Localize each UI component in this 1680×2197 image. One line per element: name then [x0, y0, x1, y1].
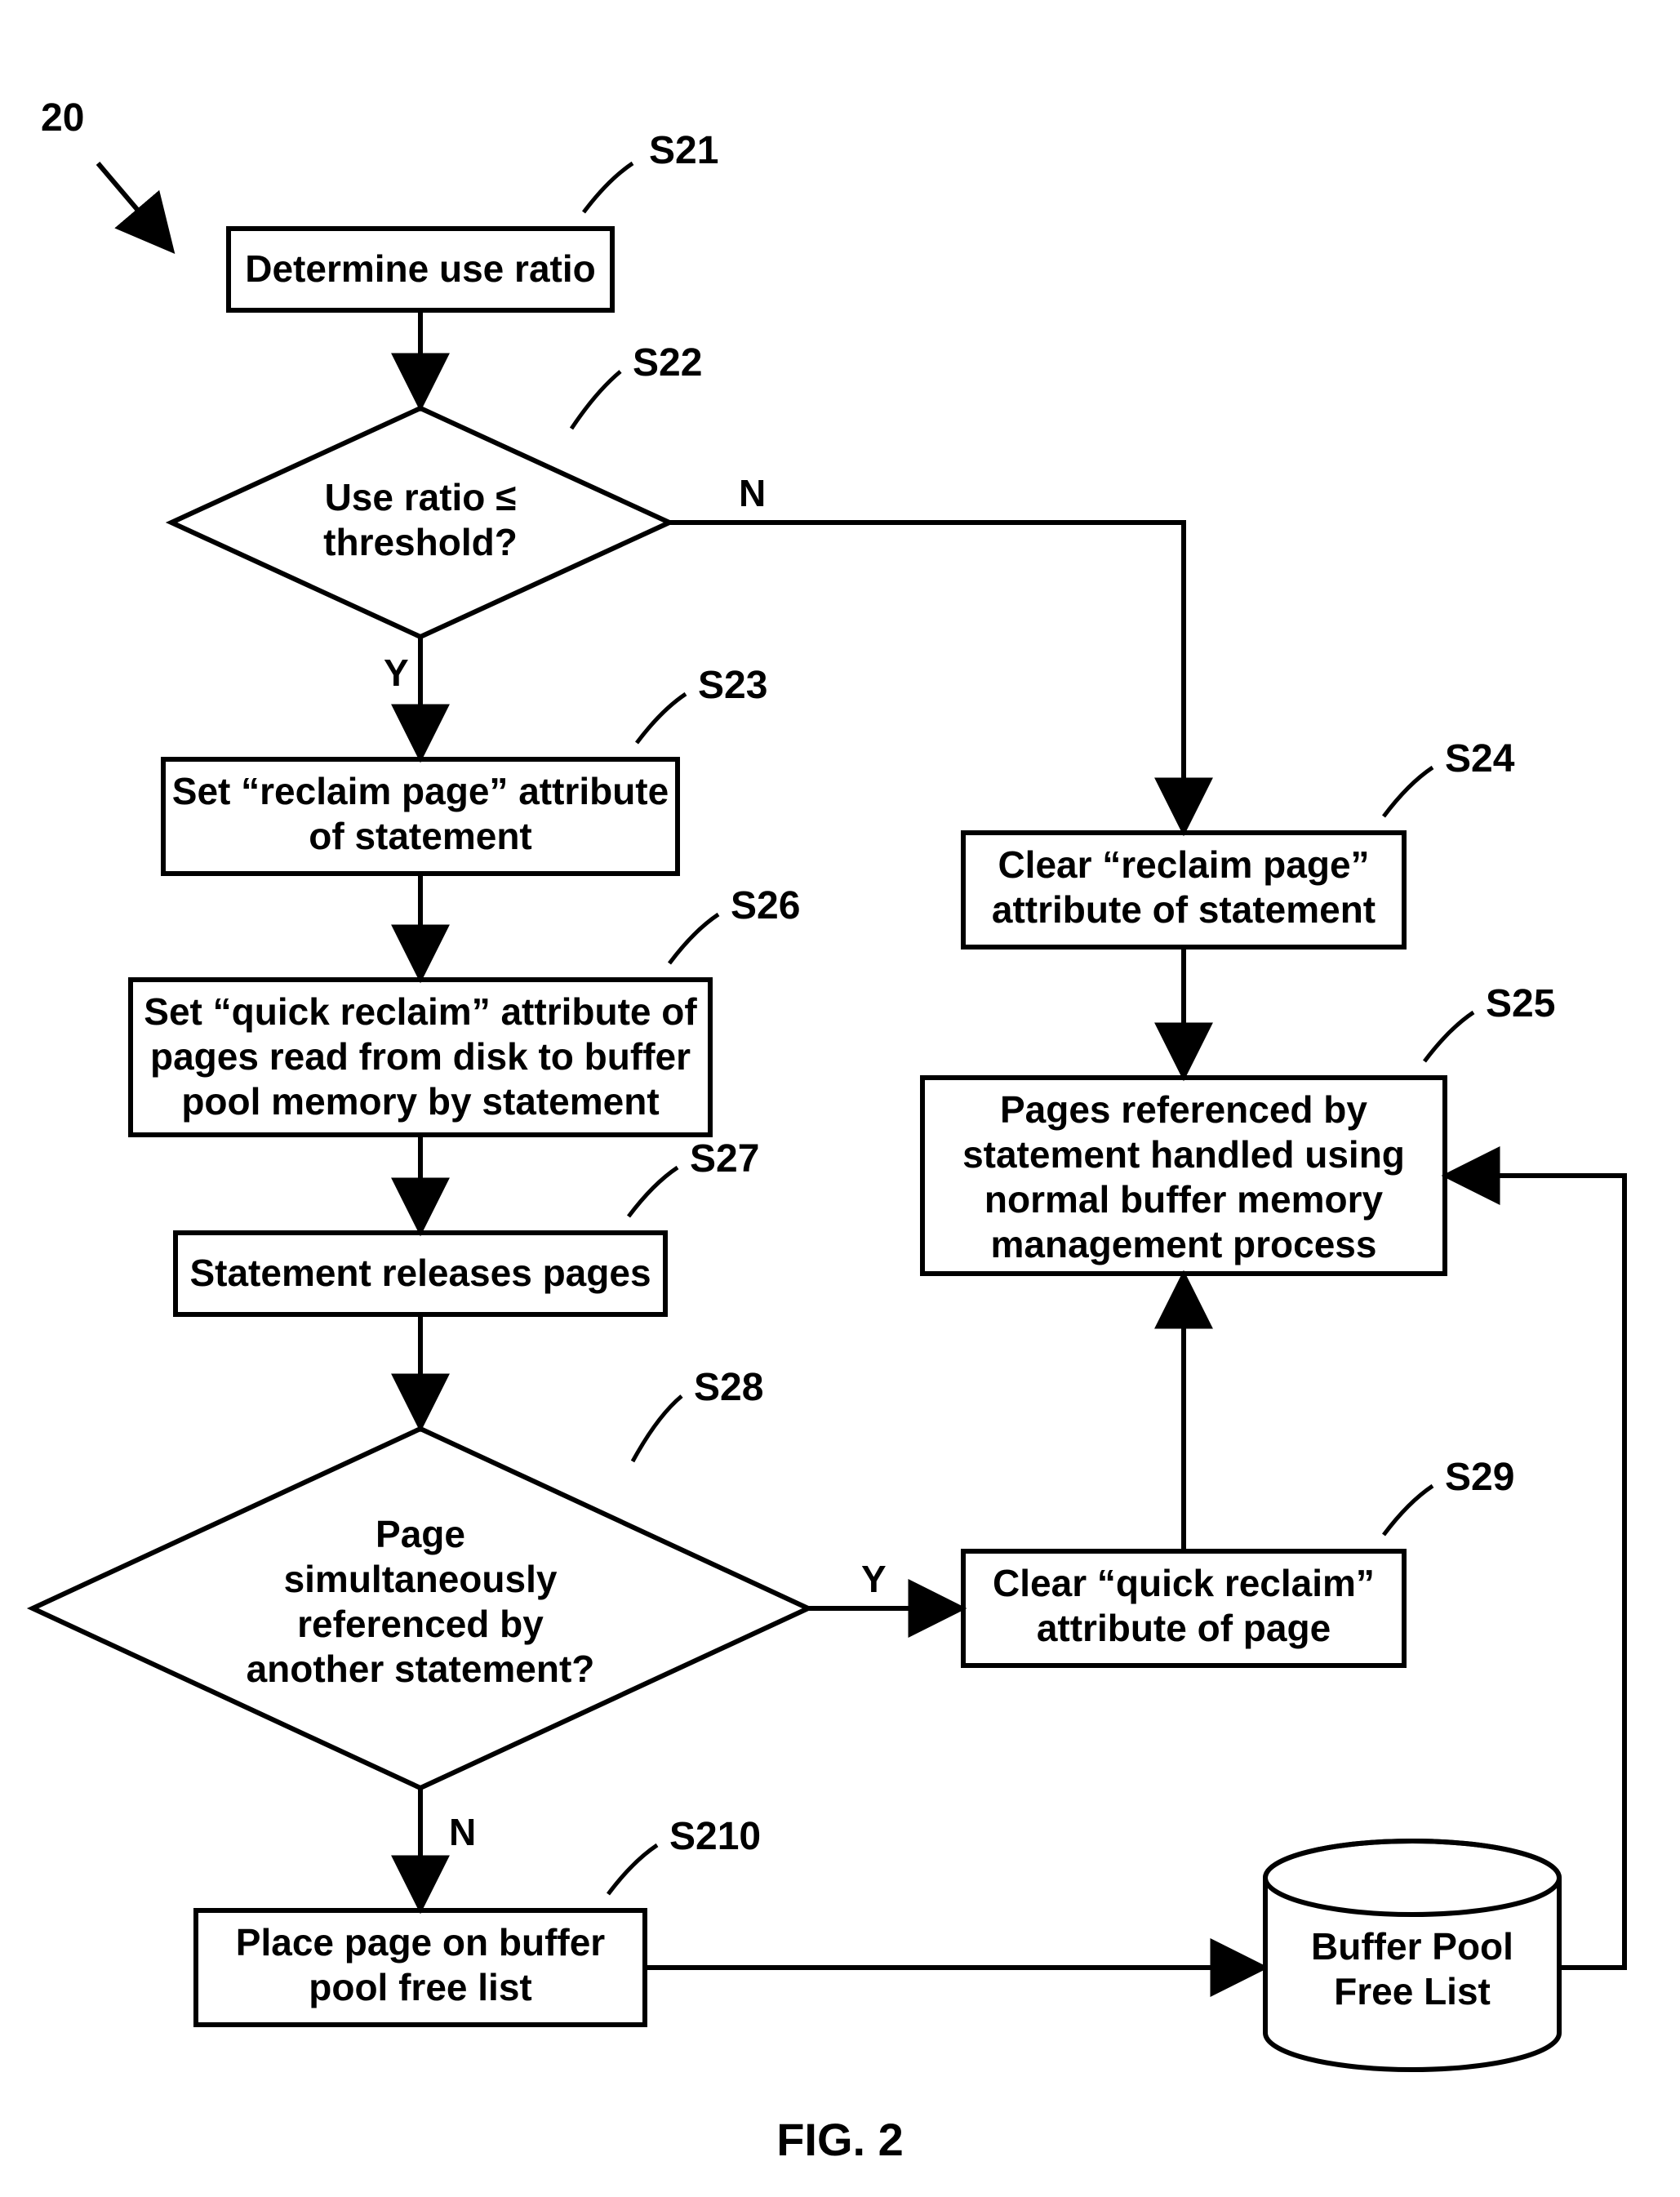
cylinder-text1: Buffer Pool: [1311, 1925, 1513, 1968]
node-s28: Page simultaneously referenced by anothe…: [33, 1366, 808, 1788]
edge-s28-no: N: [420, 1788, 476, 1902]
node-s24: Clear “reclaim page” attribute of statem…: [963, 737, 1515, 947]
edge-s28-yes: Y: [808, 1558, 955, 1608]
s23-text2: of statement: [309, 815, 531, 857]
s210-label: S210: [669, 1815, 761, 1858]
s22-no-label: N: [739, 472, 766, 514]
s25-label: S25: [1486, 982, 1555, 1025]
node-s27: Statement releases pages S27: [176, 1137, 759, 1314]
s25-text2: statement handled using: [962, 1133, 1405, 1176]
edge-s22-no: N: [669, 472, 1184, 825]
node-s23: Set “reclaim page” attribute of statemen…: [163, 664, 767, 874]
edge-s22-yes: Y: [384, 637, 420, 751]
s25-text3: normal buffer memory: [984, 1178, 1384, 1221]
s24-label: S24: [1445, 737, 1515, 781]
ref-number: 20: [41, 96, 84, 140]
node-s29: Clear “quick reclaim” attribute of page …: [963, 1456, 1514, 1666]
s28-yes-label: Y: [861, 1558, 887, 1600]
s24-text2: attribute of statement: [992, 888, 1376, 931]
flowchart-diagram: 20 Determine use ratio S21 Use ratio ≤ t…: [0, 0, 1680, 2197]
s29-label: S29: [1445, 1456, 1514, 1499]
s21-label: S21: [649, 129, 718, 172]
s22-text2: threshold?: [323, 521, 518, 563]
s27-label: S27: [690, 1137, 759, 1181]
s28-text1: Page: [376, 1513, 465, 1555]
s28-label: S28: [694, 1366, 763, 1409]
s21-text: Determine use ratio: [245, 247, 595, 290]
s22-yes-label: Y: [384, 652, 409, 694]
s23-label: S23: [698, 664, 767, 707]
s210-text2: pool free list: [309, 1966, 531, 2008]
s27-text: Statement releases pages: [189, 1252, 651, 1294]
diagram-reference: 20: [41, 96, 167, 245]
node-s21: Determine use ratio S21: [229, 129, 718, 310]
s29-text1: Clear “quick reclaim”: [993, 1562, 1375, 1604]
node-s22: Use ratio ≤ threshold? S22: [171, 341, 702, 637]
s25-text4: management process: [991, 1223, 1377, 1265]
cylinder-text2: Free List: [1334, 1970, 1491, 2012]
s28-text2: simultaneously: [284, 1558, 558, 1600]
node-s210: Place page on buffer pool free list S210: [196, 1815, 761, 2025]
s23-text1: Set “reclaim page” attribute: [172, 770, 669, 812]
s210-text1: Place page on buffer: [236, 1921, 606, 1964]
figure-caption: FIG. 2: [776, 2114, 904, 2165]
s28-text4: another statement?: [247, 1648, 595, 1690]
s26-label: S26: [731, 884, 800, 927]
s26-text2: pages read from disk to buffer: [150, 1035, 691, 1078]
node-s26: Set “quick reclaim” attribute of pages r…: [131, 884, 800, 1135]
s26-text3: pool memory by statement: [181, 1080, 659, 1123]
s22-text1: Use ratio ≤: [325, 476, 517, 518]
node-buffer-pool-cylinder: Buffer Pool Free List: [1265, 1841, 1559, 2070]
s22-label: S22: [633, 341, 702, 385]
s28-text3: referenced by: [297, 1603, 544, 1645]
s26-text1: Set “quick reclaim” attribute of: [144, 990, 697, 1033]
s24-text1: Clear “reclaim page”: [998, 843, 1369, 886]
s25-text1: Pages referenced by: [1000, 1088, 1367, 1131]
node-s25: Pages referenced by statement handled us…: [922, 982, 1555, 1274]
s28-no-label: N: [449, 1811, 476, 1853]
s29-text2: attribute of page: [1037, 1607, 1331, 1649]
